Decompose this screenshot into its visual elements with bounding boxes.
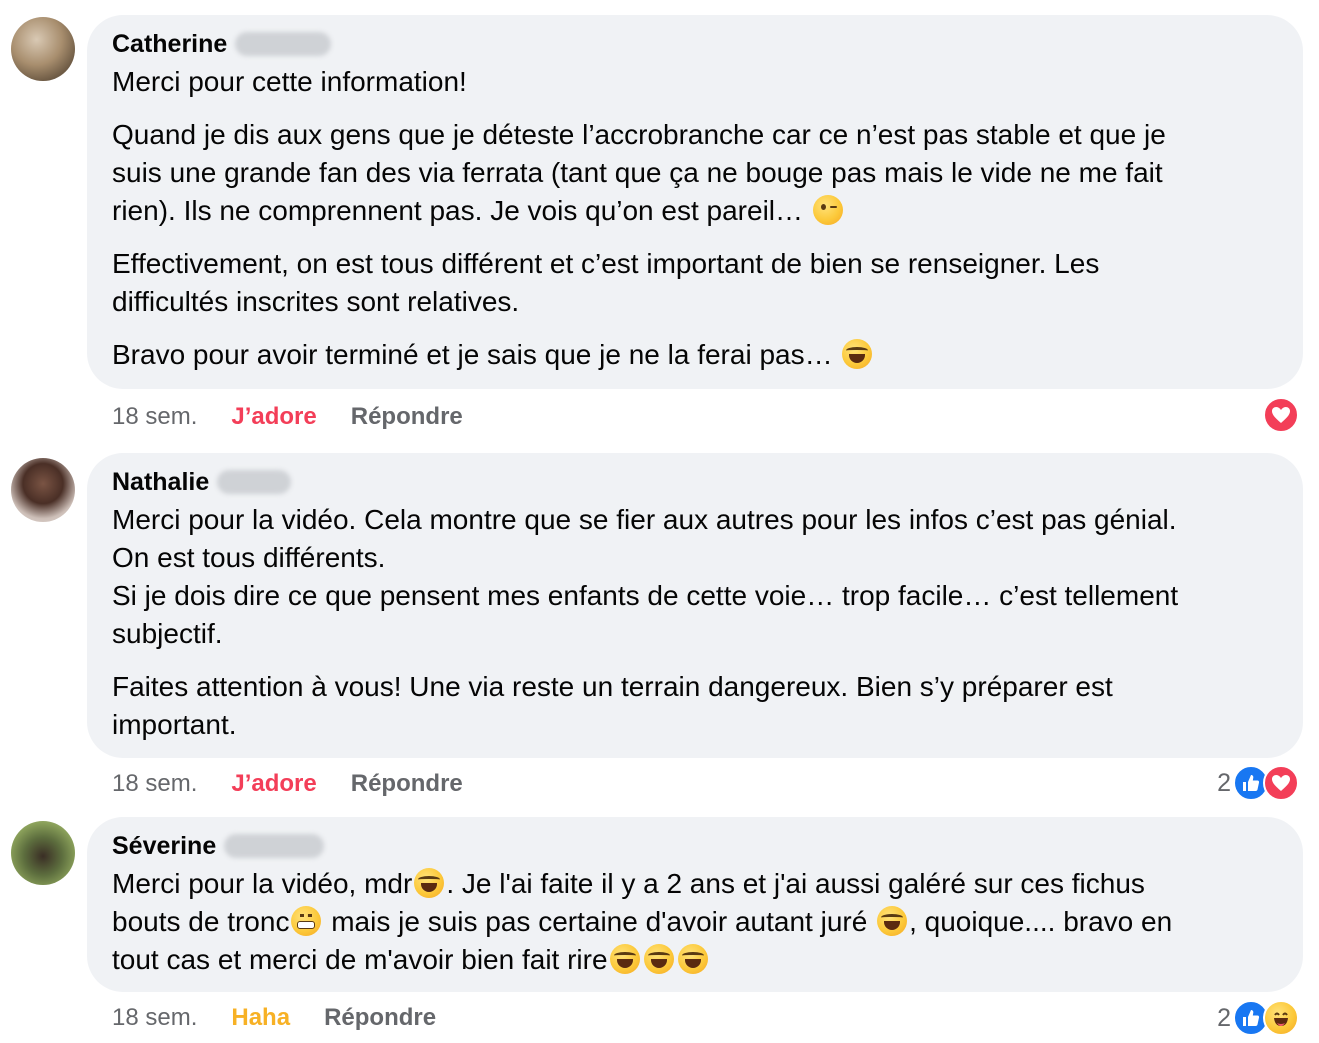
- author-name[interactable]: Nathalie: [112, 467, 209, 497]
- author-name[interactable]: Séverine: [112, 831, 216, 861]
- reaction-summary[interactable]: 2: [1217, 1000, 1299, 1036]
- comment-paragraph: Bravo pour avoir terminé et je sais que …: [112, 336, 1278, 374]
- reply-button[interactable]: Répondre: [324, 1003, 436, 1033]
- reaction-button[interactable]: Haha: [231, 1003, 290, 1033]
- reaction-count: 2: [1217, 1003, 1231, 1032]
- reaction-button[interactable]: J’adore: [231, 769, 316, 799]
- winking-face-emoji-icon: [812, 195, 843, 225]
- blurred-surname: [217, 470, 292, 494]
- grinning-squinting-emoji-icon: [643, 944, 674, 974]
- comment-bubble: Catherine Merci pour cette information! …: [87, 15, 1303, 389]
- reaction-summary[interactable]: 2: [1217, 765, 1299, 801]
- blurred-surname: [224, 834, 325, 858]
- reaction-summary[interactable]: [1263, 397, 1299, 433]
- love-icon: [1263, 397, 1299, 433]
- comment-paragraph: Faites attention à vous! Une via reste u…: [112, 671, 1113, 740]
- comment-paragraph: Effectivement, on est tous différent et …: [112, 248, 1100, 317]
- grimacing-face-emoji-icon: [291, 906, 322, 936]
- timestamp[interactable]: 18 sem.: [112, 769, 197, 799]
- comment-paragraph: Merci pour la vidéo, mdr. Je l'ai faite …: [112, 868, 1173, 975]
- rolling-laughing-emoji-icon: [609, 944, 640, 974]
- rolling-laughing-emoji-icon: [677, 944, 708, 974]
- comment-paragraph: Quand je dis aux gens que je déteste l’a…: [112, 119, 1166, 226]
- reply-button[interactable]: Répondre: [351, 769, 463, 799]
- comment-paragraph: Merci pour cette information!: [112, 66, 467, 97]
- comment-paragraph: Merci pour la vidéo. Cela montre que se …: [112, 504, 1179, 649]
- blurred-surname: [235, 32, 332, 56]
- comment-bubble: Séverine Merci pour la vidéo, mdr. Je l'…: [87, 817, 1303, 992]
- reply-button[interactable]: Répondre: [351, 402, 463, 432]
- avatar[interactable]: [11, 17, 75, 81]
- haha-icon: [1263, 1000, 1299, 1036]
- avatar[interactable]: [11, 458, 75, 522]
- avatar[interactable]: [11, 821, 75, 885]
- rolling-laughing-emoji-icon: [414, 868, 445, 898]
- reaction-count: 2: [1217, 768, 1231, 797]
- comment-actions: 18 sem. Haha Répondre: [112, 1003, 470, 1033]
- timestamp[interactable]: 18 sem.: [112, 402, 197, 432]
- love-icon: [1263, 765, 1299, 801]
- comment-actions: 18 sem. J’adore Répondre: [112, 769, 497, 799]
- reaction-button[interactable]: J’adore: [231, 402, 316, 432]
- comment-actions: 18 sem. J’adore Répondre: [112, 402, 497, 432]
- grinning-squinting-emoji-icon: [842, 339, 873, 369]
- rolling-laughing-emoji-icon: [877, 906, 908, 936]
- comment-bubble: Nathalie Merci pour la vidéo. Cela montr…: [87, 453, 1303, 758]
- timestamp[interactable]: 18 sem.: [112, 1003, 197, 1033]
- author-name[interactable]: Catherine: [112, 29, 227, 59]
